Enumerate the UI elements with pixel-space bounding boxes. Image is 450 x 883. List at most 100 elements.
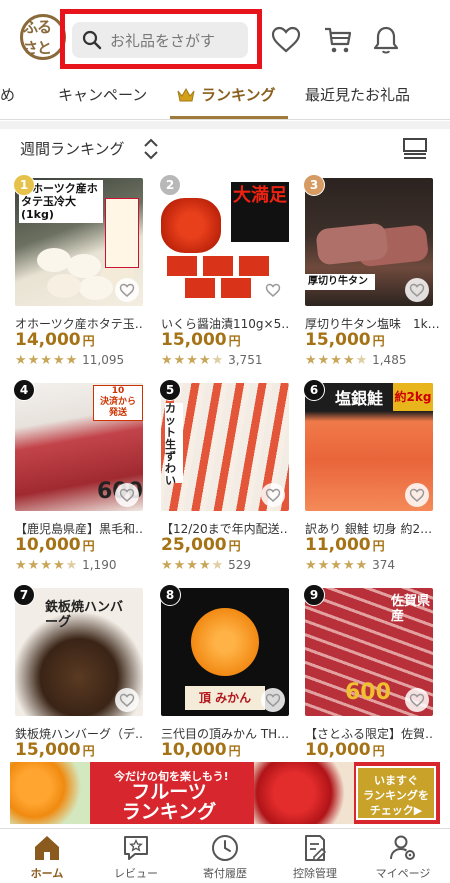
- price-unit: 円: [372, 539, 385, 553]
- section-gap: [0, 121, 450, 129]
- banner-cta-button[interactable]: いますぐ ランキングを チェック▶: [356, 766, 436, 820]
- favorite-button[interactable]: [115, 278, 139, 302]
- price-value: 15,000: [15, 740, 81, 760]
- product-image-caption: 厚切り牛タン: [305, 274, 375, 290]
- star-rating: ★★★★★: [15, 353, 79, 368]
- tab-partial[interactable]: め: [0, 84, 15, 105]
- heart-icon: [119, 693, 135, 707]
- review-count: 11,095: [82, 353, 125, 367]
- review-count: 1,485: [372, 353, 407, 367]
- search-input[interactable]: お礼品をさがす: [72, 22, 248, 58]
- price-value: 15,000: [305, 330, 371, 350]
- list-view-icon[interactable]: [402, 137, 428, 159]
- document-edit-icon: [305, 835, 327, 861]
- price-value: 10,000: [15, 535, 81, 555]
- price-unit: 円: [372, 334, 385, 348]
- review-count: 529: [228, 558, 252, 572]
- price-unit: 円: [372, 744, 385, 758]
- nav-review[interactable]: レビュー: [91, 833, 181, 881]
- price-value: 15,000: [161, 330, 227, 350]
- home-icon: [35, 836, 59, 860]
- favorite-button[interactable]: [115, 483, 139, 507]
- price-unit: 円: [228, 744, 241, 758]
- review-count: 374: [372, 558, 396, 572]
- category-tabs: め キャンペーン ランキング 最近見たお礼品: [0, 72, 450, 120]
- tab-ranking-label: ランキング: [201, 86, 276, 104]
- rank-badge: 2: [159, 174, 181, 196]
- favorite-button[interactable]: [261, 483, 285, 507]
- product-price: 15,000 円: [305, 330, 385, 350]
- favorite-button[interactable]: [405, 278, 429, 302]
- banner-title: フルーツ ランキング: [121, 781, 217, 823]
- tab-campaign[interactable]: キャンペーン: [58, 84, 147, 105]
- bottom-navigation: ホーム レビュー 寄付履歴 控除管理 マイページ: [0, 828, 450, 883]
- user-settings-icon: [390, 835, 415, 860]
- heart-icon: [119, 488, 135, 502]
- review-count: 1,190: [82, 558, 117, 572]
- product-price: 10,000 円: [15, 535, 95, 555]
- favorite-button[interactable]: [405, 688, 429, 712]
- product-rating: ★★★★★ 3,751: [161, 353, 262, 368]
- heart-icon: [265, 693, 281, 707]
- product-rating: ★★★★★ 1,190: [15, 558, 116, 573]
- product-price: 25,000 円: [161, 535, 241, 555]
- favorite-button[interactable]: [261, 688, 285, 712]
- product-image-caption: 大満足: [231, 182, 289, 242]
- price-value: 10,000: [305, 740, 371, 760]
- banner-strawberry-image: [254, 762, 354, 824]
- ranking-period-select[interactable]: 週間ランキング: [20, 138, 125, 159]
- product-price: 15,000 円: [15, 740, 95, 760]
- heart-icon: [409, 283, 425, 297]
- nav-donation-history[interactable]: 寄付履歴: [180, 833, 270, 881]
- price-unit: 円: [228, 334, 241, 348]
- tab-recently-viewed[interactable]: 最近見たお礼品: [305, 84, 410, 105]
- nav-mypage[interactable]: マイページ: [358, 833, 448, 881]
- bell-icon[interactable]: [370, 24, 402, 56]
- price-value: 10,000: [161, 740, 227, 760]
- favorite-button[interactable]: [405, 483, 429, 507]
- cart-icon[interactable]: [322, 24, 354, 56]
- heart-icon: [265, 488, 281, 502]
- star-rating: ★★★★★: [15, 558, 79, 573]
- rank-badge: 5: [159, 379, 181, 401]
- rank-badge: 7: [13, 584, 35, 606]
- heart-icon: [409, 693, 425, 707]
- ranking-toolbar: 週間ランキング: [0, 129, 450, 169]
- nav-deduction[interactable]: 控除管理: [270, 833, 360, 881]
- banner-orange-image: [10, 762, 90, 824]
- favorite-button[interactable]: [115, 688, 139, 712]
- rank-badge: 1: [13, 174, 35, 196]
- rank-badge: 4: [13, 379, 35, 401]
- heart-icon: [265, 283, 281, 297]
- nav-review-label: レビュー: [114, 867, 158, 880]
- star-rating: ★★★★★: [161, 558, 225, 573]
- nav-home-label: ホーム: [30, 867, 64, 880]
- product-image-caption: カット生ずわい: [165, 403, 183, 487]
- app-header: ふるさと お礼品をさがす: [0, 0, 450, 80]
- rank-badge: 6: [303, 379, 325, 401]
- heart-icon[interactable]: [270, 24, 302, 56]
- star-rating: ★★★★★: [305, 558, 369, 573]
- price-value: 25,000: [161, 535, 227, 555]
- nav-mypage-label: マイページ: [375, 867, 431, 880]
- product-image-caption: 鉄板焼ハンバーグ: [45, 600, 124, 630]
- price-unit: 円: [228, 539, 241, 553]
- product-price: 11,000 円: [305, 535, 385, 555]
- rank-badge: 3: [303, 174, 325, 196]
- nav-donation-history-label: 寄付履歴: [203, 867, 247, 880]
- product-price: 15,000 円: [161, 330, 241, 350]
- favorite-button[interactable]: [261, 278, 285, 302]
- price-unit: 円: [82, 744, 95, 758]
- star-rating: ★★★★★: [305, 353, 369, 368]
- review-icon: [124, 836, 148, 860]
- tab-ranking[interactable]: ランキング: [177, 84, 276, 105]
- fruit-ranking-banner[interactable]: 今だけの旬を楽しもう! フルーツ ランキング いますぐ ランキングを チェック▶: [10, 762, 440, 824]
- product-rating: ★★★★★ 374: [305, 558, 395, 573]
- search-placeholder: お礼品をさがす: [110, 31, 216, 50]
- nav-home[interactable]: ホーム: [2, 833, 92, 881]
- chevron-updown-icon[interactable]: [142, 137, 160, 161]
- product-price: 14,000 円: [15, 330, 95, 350]
- price-value: 14,000: [15, 330, 81, 350]
- product-image-caption: 佐賀県産: [391, 594, 431, 624]
- review-count: 3,751: [228, 353, 263, 367]
